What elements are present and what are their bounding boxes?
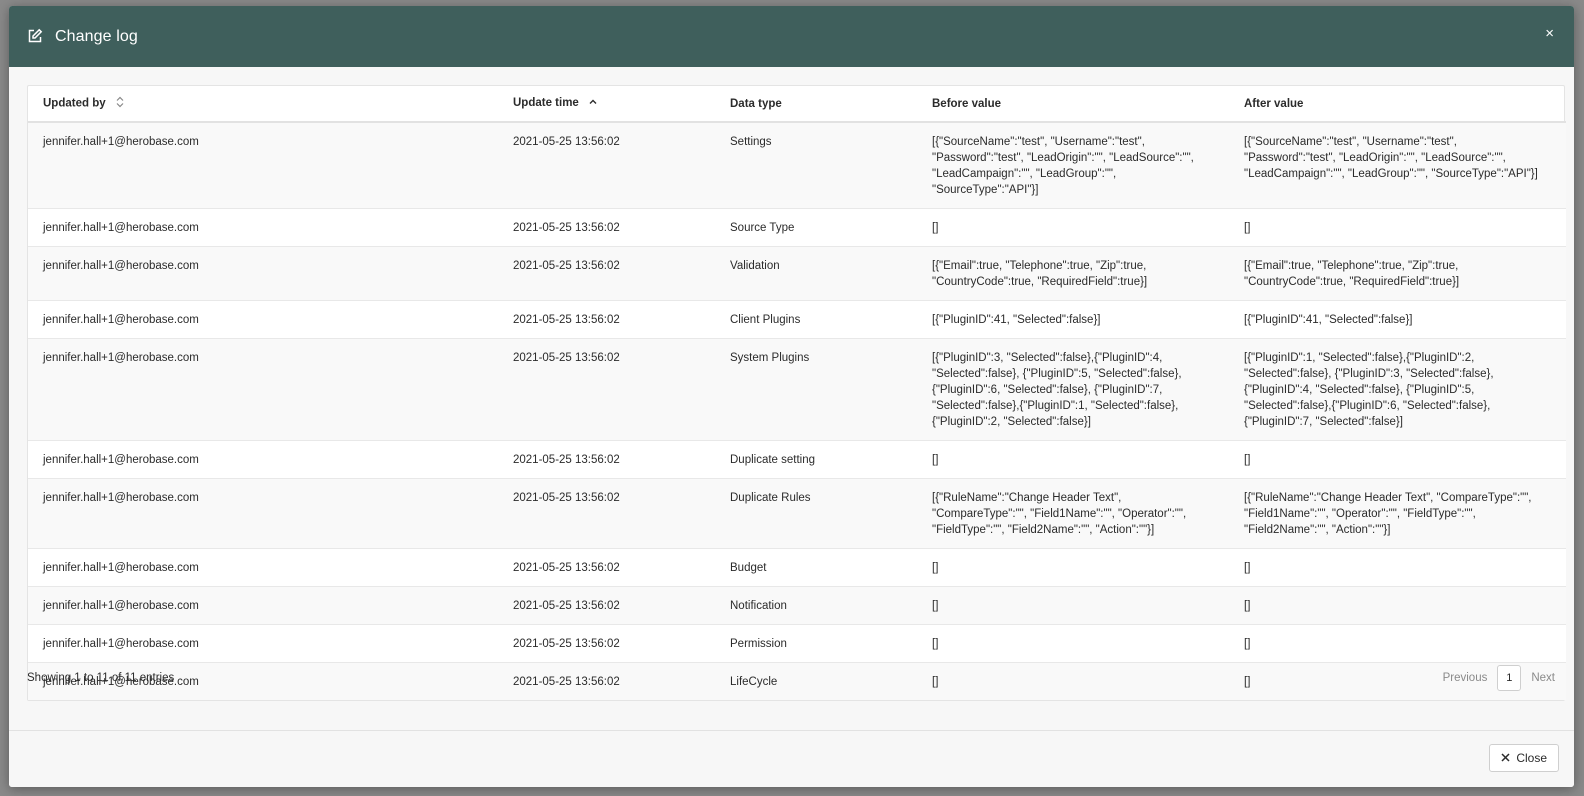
close-button-label: Close [1516, 751, 1547, 765]
cell-update-time: 2021-05-25 13:56:02 [498, 478, 715, 549]
column-header-label: Updated by [43, 97, 106, 110]
cell-before-value: [] [917, 586, 1229, 625]
cell-before-value: [] [917, 440, 1229, 479]
column-header-after-value: After value [1229, 86, 1566, 123]
cell-updated-by: jennifer.hall+1@herobase.com [28, 300, 498, 339]
cell-after-value: [] [1229, 548, 1566, 587]
cell-updated-by: jennifer.hall+1@herobase.com [28, 624, 498, 663]
table-row: jennifer.hall+1@herobase.com 2021-05-25 … [28, 122, 1566, 209]
cell-data-type: Client Plugins [715, 300, 917, 339]
cell-after-value: [] [1229, 208, 1566, 247]
table-row: jennifer.hall+1@herobase.com 2021-05-25 … [28, 624, 1566, 663]
cell-data-type: System Plugins [715, 338, 917, 441]
previous-page-button[interactable]: Previous [1433, 672, 1498, 684]
sort-both-icon [116, 96, 124, 111]
column-header-updated-by[interactable]: Updated by [28, 86, 498, 123]
column-header-label: Update time [513, 97, 579, 110]
cell-updated-by: jennifer.hall+1@herobase.com [28, 208, 498, 247]
table-footer: Showing 1 to 11 of 11 entries Previous 1… [27, 665, 1565, 691]
cell-update-time: 2021-05-25 13:56:02 [498, 586, 715, 625]
table-row: jennifer.hall+1@herobase.com 2021-05-25 … [28, 440, 1566, 479]
next-page-button[interactable]: Next [1521, 672, 1565, 684]
cell-data-type: Validation [715, 246, 917, 301]
cell-before-value: [{"PluginID":41, "Selected":false}] [917, 300, 1229, 339]
change-log-table: Updated by Update time Data type Before … [28, 86, 1566, 700]
table-row: jennifer.hall+1@herobase.com 2021-05-25 … [28, 478, 1566, 549]
cell-after-value: [{"Email":true, "Telephone":true, "Zip":… [1229, 246, 1566, 301]
column-header-before-value: Before value [917, 86, 1229, 123]
cell-update-time: 2021-05-25 13:56:02 [498, 548, 715, 587]
cell-after-value: [] [1229, 440, 1566, 479]
cell-updated-by: jennifer.hall+1@herobase.com [28, 246, 498, 301]
cell-data-type: Source Type [715, 208, 917, 247]
cell-update-time: 2021-05-25 13:56:02 [498, 208, 715, 247]
cell-after-value: [{"RuleName":"Change Header Text", "Comp… [1229, 478, 1566, 549]
cell-after-value: [] [1229, 586, 1566, 625]
cell-data-type: Notification [715, 586, 917, 625]
table-row: jennifer.hall+1@herobase.com 2021-05-25 … [28, 338, 1566, 441]
cell-data-type: Permission [715, 624, 917, 663]
cell-before-value: [{"SourceName":"test", "Username":"test"… [917, 122, 1229, 209]
cell-data-type: Budget [715, 548, 917, 587]
modal-footer: Close [9, 730, 1574, 787]
table-row: jennifer.hall+1@herobase.com 2021-05-25 … [28, 246, 1566, 301]
cell-before-value: [] [917, 548, 1229, 587]
cell-data-type: Settings [715, 122, 917, 209]
modal-title: Change log [55, 27, 138, 45]
table-row: jennifer.hall+1@herobase.com 2021-05-25 … [28, 208, 1566, 247]
table-row: jennifer.hall+1@herobase.com 2021-05-25 … [28, 548, 1566, 587]
cell-data-type: Duplicate setting [715, 440, 917, 479]
cell-before-value: [{"Email":true, "Telephone":true, "Zip":… [917, 246, 1229, 301]
table-row: jennifer.hall+1@herobase.com 2021-05-25 … [28, 300, 1566, 339]
column-header-data-type: Data type [715, 86, 917, 123]
modal-close-x-button[interactable]: × [1545, 26, 1554, 41]
cell-update-time: 2021-05-25 13:56:02 [498, 338, 715, 441]
table-header-row: Updated by Update time Data type Before … [28, 86, 1566, 123]
cell-updated-by: jennifer.hall+1@herobase.com [28, 122, 498, 209]
pagination: Previous 1 Next [1433, 665, 1565, 691]
cell-updated-by: jennifer.hall+1@herobase.com [28, 440, 498, 479]
modal-body: Updated by Update time Data type Before … [9, 67, 1574, 730]
cell-after-value: [] [1229, 624, 1566, 663]
cell-updated-by: jennifer.hall+1@herobase.com [28, 586, 498, 625]
table-row: jennifer.hall+1@herobase.com 2021-05-25 … [28, 586, 1566, 625]
cell-update-time: 2021-05-25 13:56:02 [498, 300, 715, 339]
cell-after-value: [{"PluginID":41, "Selected":false}] [1229, 300, 1566, 339]
close-button[interactable]: Close [1489, 744, 1559, 772]
cell-before-value: [] [917, 208, 1229, 247]
cell-update-time: 2021-05-25 13:56:02 [498, 122, 715, 209]
cell-data-type: Duplicate Rules [715, 478, 917, 549]
cell-after-value: [{"PluginID":1, "Selected":false},{"Plug… [1229, 338, 1566, 441]
cell-before-value: [{"RuleName":"Change Header Text", "Comp… [917, 478, 1229, 549]
cell-updated-by: jennifer.hall+1@herobase.com [28, 478, 498, 549]
cell-updated-by: jennifer.hall+1@herobase.com [28, 548, 498, 587]
cell-before-value: [{"PluginID":3, "Selected":false},{"Plug… [917, 338, 1229, 441]
cell-after-value: [{"SourceName":"test", "Username":"test"… [1229, 122, 1566, 209]
change-log-table-container: Updated by Update time Data type Before … [27, 85, 1566, 701]
close-icon [1501, 751, 1510, 765]
edit-icon [27, 28, 45, 46]
change-log-modal: Change log × Updated by Update time Data… [9, 6, 1574, 787]
cell-update-time: 2021-05-25 13:56:02 [498, 440, 715, 479]
column-header-update-time[interactable]: Update time [498, 86, 715, 123]
modal-header: Change log × [9, 6, 1574, 67]
cell-update-time: 2021-05-25 13:56:02 [498, 624, 715, 663]
page-number-button[interactable]: 1 [1497, 665, 1522, 691]
sort-ascending-icon [589, 97, 597, 109]
cell-updated-by: jennifer.hall+1@herobase.com [28, 338, 498, 441]
cell-update-time: 2021-05-25 13:56:02 [498, 246, 715, 301]
cell-before-value: [] [917, 624, 1229, 663]
entries-info: Showing 1 to 11 of 11 entries [27, 672, 175, 684]
